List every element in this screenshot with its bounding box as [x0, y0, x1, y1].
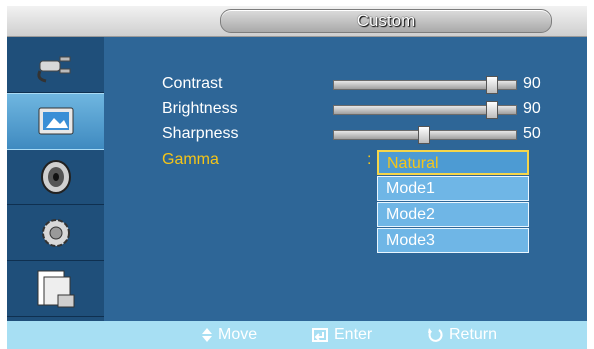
setting-label-sharpness: Sharpness — [162, 125, 239, 142]
sidebar-item-setup[interactable] — [7, 205, 104, 261]
enter-hint-label: Enter — [334, 326, 373, 343]
return-icon — [428, 328, 443, 342]
navigation-hint-bar: Move Enter Return — [7, 321, 587, 349]
sidebar-item-picture[interactable] — [7, 93, 104, 150]
enter-hint: Enter — [312, 321, 372, 349]
gamma-option-mode2[interactable]: Mode2 — [377, 202, 529, 227]
multi-screen-icon — [37, 270, 74, 307]
sidebar-item-sound[interactable] — [7, 149, 104, 205]
sharpness-value: 50 — [523, 125, 541, 142]
picture-icon — [38, 107, 73, 134]
setting-label-contrast: Contrast — [162, 75, 223, 92]
slider-handle[interactable] — [486, 101, 498, 119]
setting-label-gamma[interactable]: Gamma — [162, 151, 219, 169]
gamma-option-mode1[interactable]: Mode1 — [377, 176, 529, 201]
brightness-slider[interactable] — [333, 101, 517, 119]
sharpness-slider[interactable] — [333, 126, 517, 144]
contrast-value: 90 — [523, 75, 541, 92]
slider-handle[interactable] — [486, 76, 498, 94]
brightness-value: 90 — [523, 100, 541, 117]
contrast-slider[interactable] — [333, 76, 517, 94]
slider-handle[interactable] — [418, 126, 430, 144]
gamma-dropdown[interactable]: Natural Mode1 Mode2 Mode3 — [377, 150, 529, 254]
move-hint: Move — [202, 321, 257, 349]
return-hint-label: Return — [449, 326, 498, 343]
gamma-colon: : — [367, 151, 372, 168]
sidebar-item-multi-control[interactable] — [7, 261, 104, 317]
title-bar: Custom — [7, 6, 587, 37]
sidebar-item-input[interactable] — [7, 37, 104, 93]
setting-label-brightness: Brightness — [162, 100, 238, 117]
up-down-arrow-icon — [202, 328, 212, 342]
gamma-option-mode3[interactable]: Mode3 — [377, 228, 529, 253]
sound-icon — [40, 159, 71, 194]
enter-icon — [312, 328, 328, 342]
return-hint: Return — [427, 321, 497, 349]
input-plug-icon — [36, 56, 70, 82]
settings-panel: Contrast 90 Brightness 90 Sharpness 50 G… — [104, 37, 587, 321]
gamma-option-natural[interactable]: Natural — [377, 150, 529, 175]
osd-menu-window: Custom Contrast 90 Brightness 90 Sharpne… — [7, 6, 587, 349]
settings-gear-icon — [41, 218, 70, 247]
move-hint-label: Move — [218, 326, 258, 343]
page-title: Custom — [220, 9, 552, 33]
category-sidebar — [7, 37, 104, 321]
